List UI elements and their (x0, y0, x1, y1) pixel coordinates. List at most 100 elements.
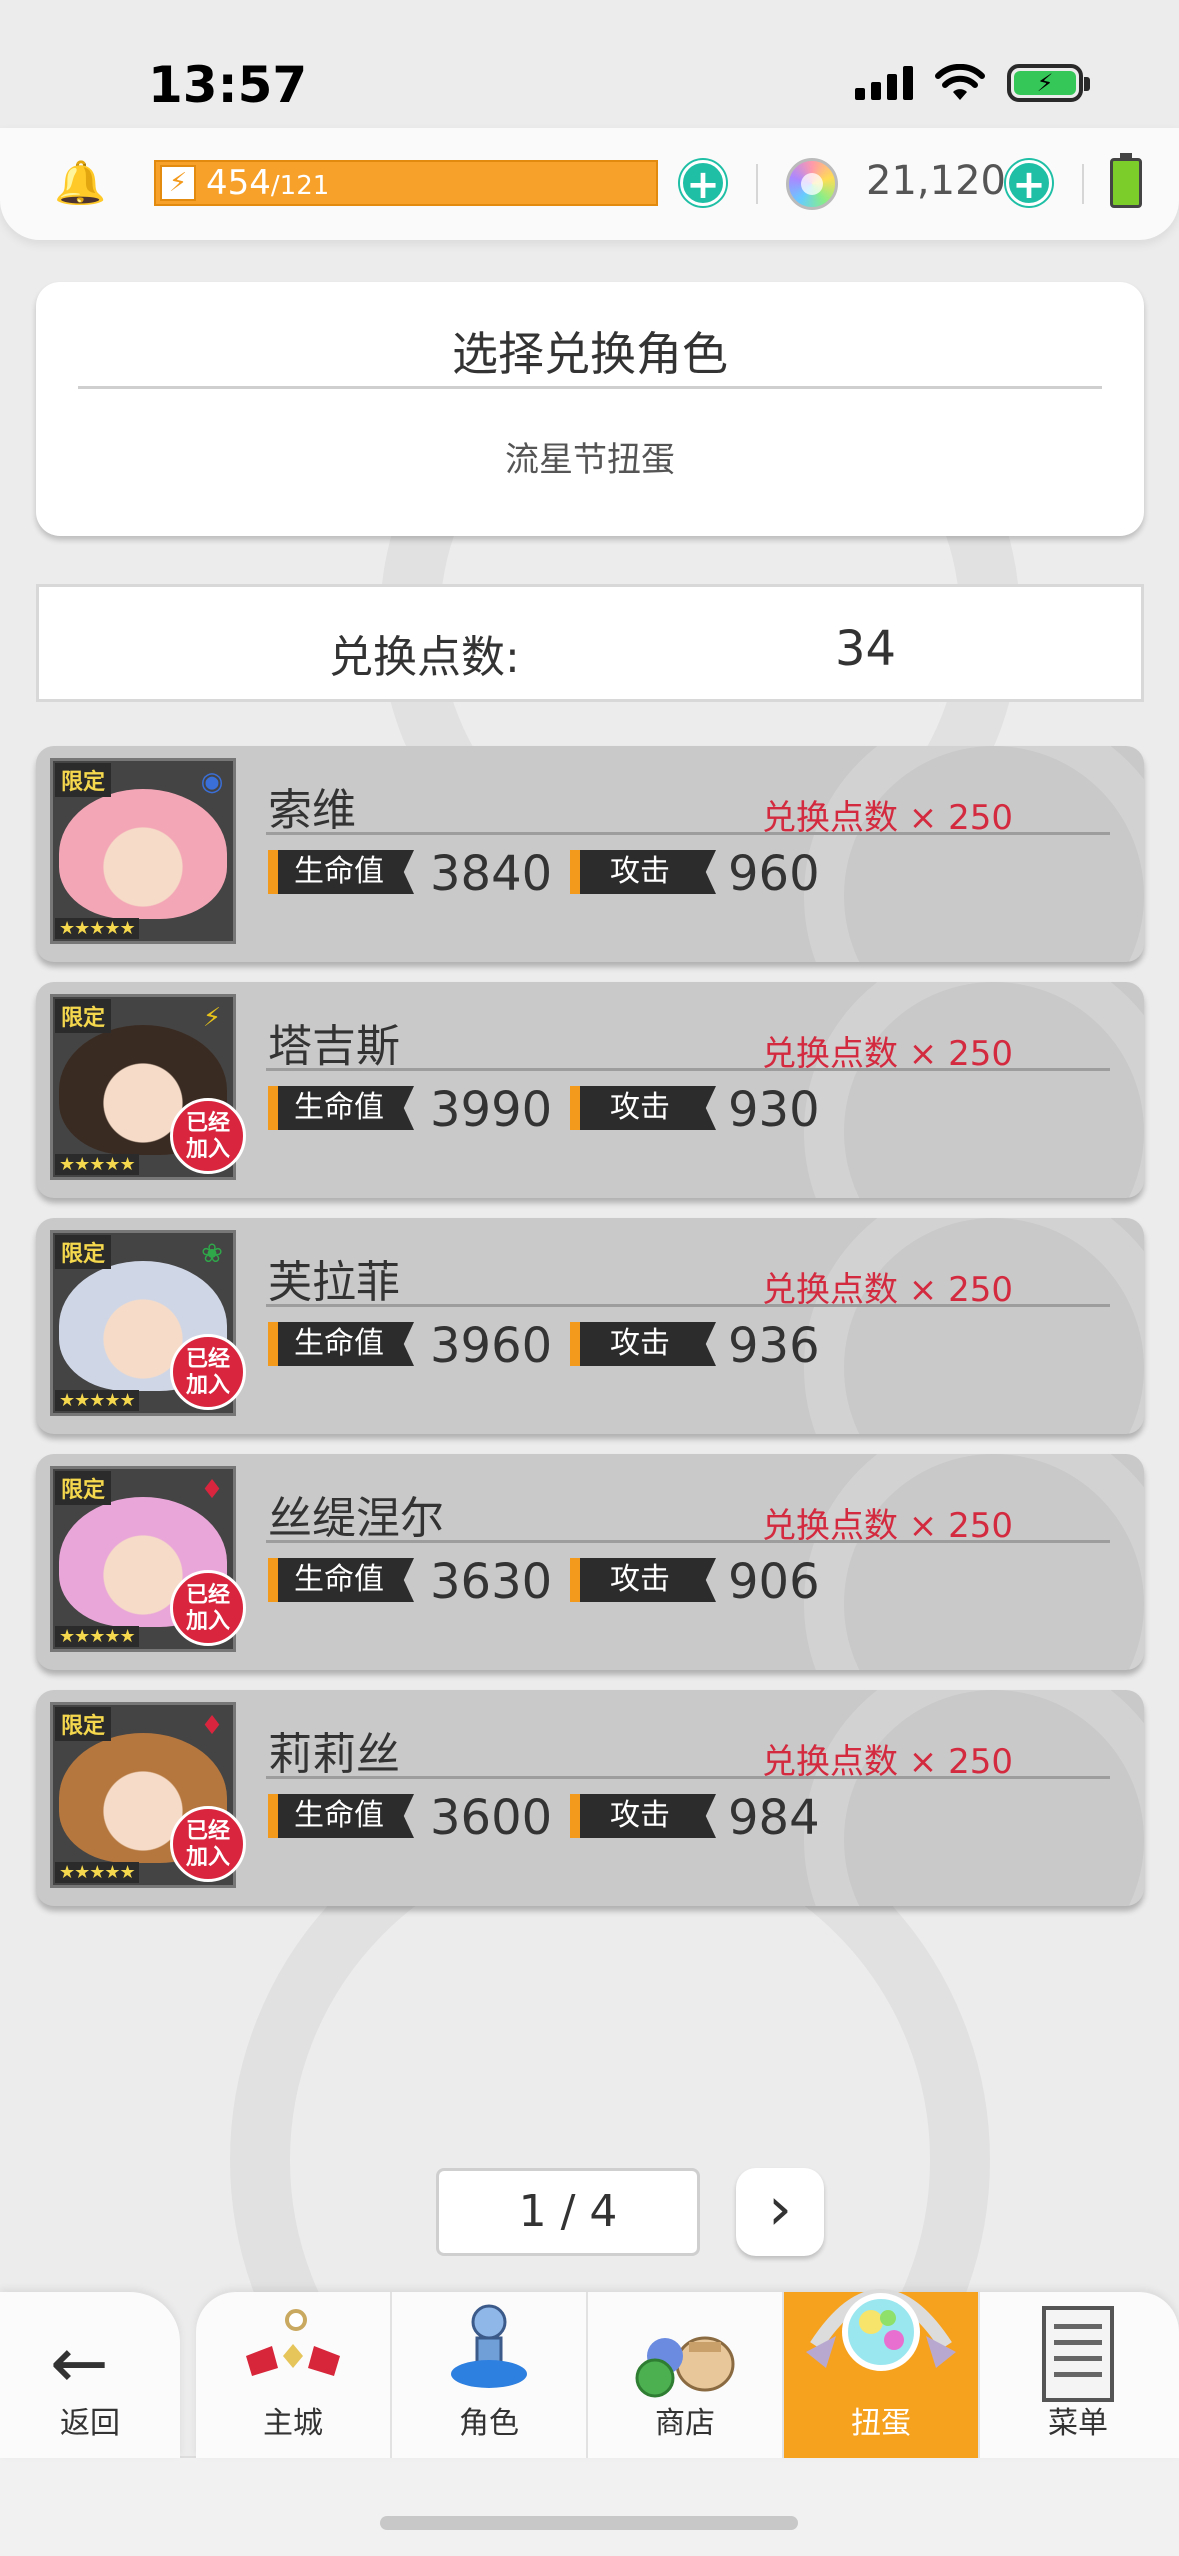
joined-text: 已经 加入 (185, 1347, 230, 1398)
hp-label: 生命值 (268, 850, 414, 894)
atk-label: 攻击 (570, 1322, 716, 1366)
atk-value: 906 (728, 1554, 820, 1610)
character-row[interactable]: 限定 ★★★★★ ⚡ 已经 加入 塔吉斯 兑换点数 × 250 生命值 3990… (36, 982, 1144, 1198)
castle-icon (246, 2309, 340, 2376)
element-fire-icon: ♦ (200, 1475, 224, 1505)
name-divider (266, 1540, 1110, 1543)
status-icons: ⚡ (855, 64, 1090, 102)
atk-label: 攻击 (570, 1086, 716, 1130)
joined-text: 已经 加入 (185, 1111, 230, 1162)
hp-label: 生命值 (268, 1086, 414, 1130)
name-divider (266, 1776, 1110, 1779)
bottom-safe-area (0, 2456, 1179, 2556)
gem-count: 21,120 (866, 158, 1006, 204)
hp-label: 生命值 (268, 1322, 414, 1366)
back-button[interactable]: ← 返回 (0, 2292, 180, 2458)
next-page-button[interactable]: › (736, 2168, 824, 2256)
status-bar: 13:57 ⚡ (0, 0, 1179, 130)
home-indicator[interactable] (380, 2516, 798, 2530)
limited-tag: 限定 (55, 999, 112, 1033)
resource-bar: 🔔 ⚡ 454 /121 + 21,120 + (0, 128, 1179, 240)
stamina-max: /121 (270, 171, 330, 201)
nav-item-castle[interactable]: 主城 (196, 2292, 392, 2458)
atk-value: 930 (728, 1082, 820, 1138)
atk-value: 984 (728, 1790, 820, 1846)
lightning-icon: ⚡ (160, 165, 196, 201)
atk-label: 攻击 (570, 1558, 716, 1602)
element-wind-icon: ❀ (201, 1239, 223, 1269)
joined-badge: 已经 加入 (170, 1570, 246, 1646)
element-blue-icon: ◉ (200, 767, 224, 797)
joined-badge: 已经 加入 (170, 1334, 246, 1410)
character-icon (451, 2304, 527, 2388)
rarity-stars: ★★★★★ (55, 918, 139, 939)
divider (756, 164, 758, 204)
character-name: 莉莉丝 (268, 1729, 400, 1780)
status-time: 13:57 (148, 56, 308, 114)
nav-label: 扭蛋 (851, 2406, 911, 2441)
wifi-icon (935, 64, 985, 100)
atk-label: 攻击 (570, 1794, 716, 1838)
menu-icon (1042, 2306, 1114, 2402)
exchange-points-bar: 兑换点数: 34 (36, 584, 1144, 702)
title-card: 选择兑换角色 流星节扭蛋 (36, 282, 1144, 536)
character-row[interactable]: 限定 ★★★★★ ❀ 已经 加入 芙拉菲 兑换点数 × 250 生命值 3960… (36, 1218, 1144, 1434)
character-name: 塔吉斯 (268, 1021, 400, 1072)
character-name: 丝缇涅尔 (268, 1493, 444, 1544)
nav-label: 角色 (459, 2406, 519, 2441)
character-row[interactable]: 限定 ★★★★★ ◉ 索维 兑换点数 × 250 生命值 3840 攻击 960 (36, 746, 1144, 962)
battery-charging-icon: ⚡ (1007, 64, 1090, 102)
arrow-left-icon: ← (50, 2322, 109, 2404)
character-row[interactable]: 限定 ★★★★★ ♦ 已经 加入 莉莉丝 兑换点数 × 250 生命值 3600… (36, 1690, 1144, 1906)
chevron-right-icon: › (768, 2174, 792, 2244)
bottom-nav: 主城 角色 商店 扭蛋 菜单 (196, 2289, 1179, 2458)
atk-value: 960 (728, 846, 820, 902)
nav-item-character[interactable]: 角色 (392, 2292, 588, 2458)
bell-icon[interactable]: 🔔 (54, 158, 106, 208)
rarity-stars: ★★★★★ (55, 1154, 139, 1175)
nav-label: 主城 (263, 2406, 323, 2441)
nav-item-gacha[interactable]: 扭蛋 (784, 2289, 980, 2458)
joined-badge: 已经 加入 (170, 1098, 246, 1174)
cellular-signal-icon (855, 66, 913, 100)
hp-value: 3840 (430, 846, 553, 902)
nav-item-shop[interactable]: 商店 (588, 2292, 784, 2458)
limited-tag: 限定 (55, 1707, 112, 1741)
joined-text: 已经 加入 (185, 1819, 230, 1870)
page-subtitle: 流星节扭蛋 (505, 440, 675, 480)
hp-label: 生命值 (268, 1558, 414, 1602)
character-row[interactable]: 限定 ★★★★★ ♦ 已经 加入 丝缇涅尔 兑换点数 × 250 生命值 363… (36, 1454, 1144, 1670)
gem-icon (786, 158, 838, 210)
rarity-stars: ★★★★★ (55, 1626, 139, 1647)
title-divider (78, 386, 1102, 389)
add-stamina-button[interactable]: + (680, 160, 726, 207)
hp-value: 3600 (430, 1790, 553, 1846)
atk-value: 936 (728, 1318, 820, 1374)
hp-label: 生命值 (268, 1794, 414, 1838)
back-label: 返回 (60, 2406, 120, 2441)
page-title: 选择兑换角色 (452, 327, 728, 381)
character-name: 芙拉菲 (268, 1257, 400, 1308)
name-divider (266, 832, 1110, 835)
hp-value: 3990 (430, 1082, 553, 1138)
divider (1082, 164, 1084, 204)
atk-label: 攻击 (570, 850, 716, 894)
rarity-stars: ★★★★★ (55, 1862, 139, 1883)
gacha-icon (806, 2289, 956, 2371)
name-divider (266, 1068, 1110, 1071)
stamina-current: 454 (206, 163, 271, 203)
exchange-points-value: 34 (835, 621, 897, 677)
limited-tag: 限定 (55, 763, 112, 797)
character-portrait: 限定 ★★★★★ ◉ (50, 758, 236, 944)
hp-value: 3630 (430, 1554, 553, 1610)
nav-item-menu[interactable]: 菜单 (980, 2292, 1176, 2458)
element-fire-icon: ♦ (200, 1711, 224, 1741)
hp-value: 3960 (430, 1318, 553, 1374)
name-divider (266, 1304, 1110, 1307)
character-art (59, 789, 227, 919)
add-gem-button[interactable]: + (1006, 160, 1052, 207)
nav-label: 商店 (655, 2406, 715, 2441)
character-name: 索维 (268, 785, 356, 836)
joined-text: 已经 加入 (185, 1583, 230, 1634)
rarity-stars: ★★★★★ (55, 1390, 139, 1411)
